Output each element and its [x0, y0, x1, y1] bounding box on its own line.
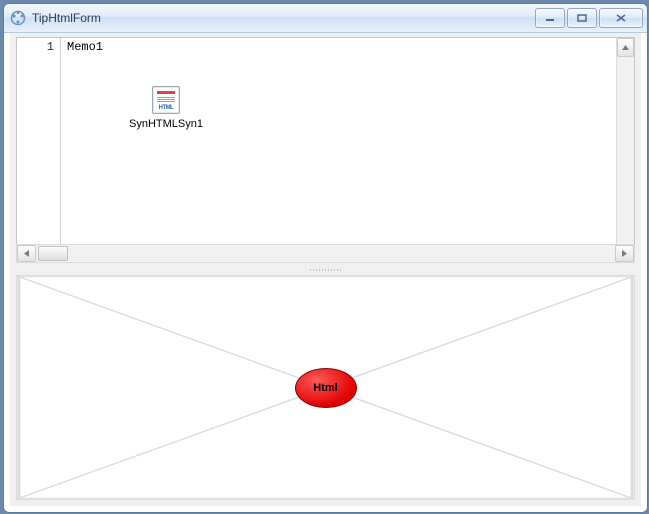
scroll-right-button[interactable] [615, 245, 634, 262]
memo-viewport[interactable]: 1 Memo1 SynHTMLSyn1 [16, 37, 635, 245]
hscroll-track[interactable] [36, 245, 615, 262]
html-file-icon [152, 86, 180, 114]
splitter-grip-icon [306, 269, 346, 272]
client-area: 1 Memo1 SynHTMLSyn1 [10, 33, 641, 506]
memo-body[interactable]: Memo1 SynHTMLSyn1 [61, 38, 634, 244]
window-title: TipHtmlForm [32, 11, 535, 25]
minimize-button[interactable] [535, 8, 565, 28]
scroll-left-button[interactable] [17, 245, 36, 262]
vertical-scrollbar[interactable] [616, 37, 635, 245]
html-badge-label: Html [313, 382, 337, 394]
component-label: SynHTMLSyn1 [121, 118, 211, 130]
hscroll-thumb[interactable] [38, 246, 68, 261]
close-button[interactable] [599, 8, 643, 28]
titlebar[interactable]: TipHtmlForm [4, 4, 647, 33]
scroll-up-button[interactable] [617, 38, 634, 57]
window-frame: TipHtmlForm 1 Memo1 [3, 3, 648, 513]
memo-text: Memo1 [67, 40, 103, 54]
horizontal-scrollbar[interactable] [16, 244, 635, 263]
memo-editor: 1 Memo1 SynHTMLSyn1 [16, 37, 635, 263]
maximize-button[interactable] [567, 8, 597, 28]
component-synhtmlsyn[interactable]: SynHTMLSyn1 [121, 86, 211, 130]
app-icon [10, 10, 26, 26]
html-preview-panel[interactable]: Html [16, 275, 635, 500]
html-component-badge[interactable]: Html [295, 368, 357, 408]
splitter[interactable] [16, 267, 635, 275]
line-number: 1 [17, 40, 54, 54]
memo-gutter: 1 [17, 38, 61, 244]
window-controls [535, 8, 643, 28]
